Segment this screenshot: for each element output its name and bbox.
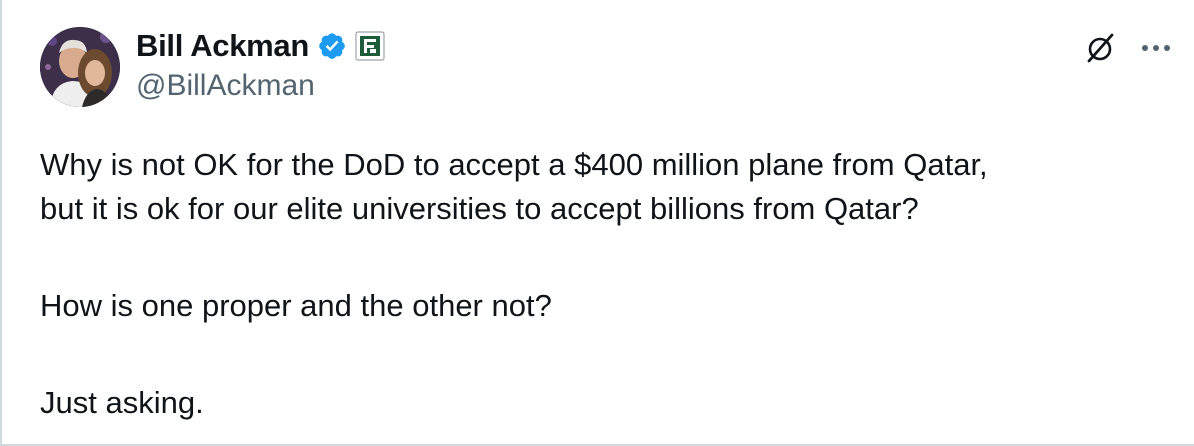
tweet-text: Why is not OK for the DoD to accept a $4… (40, 143, 1160, 425)
verified-badge-icon[interactable] (317, 31, 347, 61)
more-options-button[interactable] (1138, 36, 1174, 60)
grok-icon (1087, 33, 1114, 63)
more-dots-icon (1142, 45, 1170, 51)
tweet-line: How is one proper and the other not? (40, 288, 552, 323)
author-handle[interactable]: @BillAckman (136, 68, 315, 104)
tweet-line: but it is ok for our elite universities … (40, 191, 919, 226)
tweet-card: Bill Ackman @BillAckman Why is not OK fo… (0, 0, 1194, 446)
tweet-line: Why is not OK for the DoD to accept a $4… (40, 147, 988, 182)
grok-button[interactable] (1082, 30, 1118, 66)
display-name[interactable]: Bill Ackman (136, 28, 309, 64)
author-name-row: Bill Ackman (136, 26, 385, 66)
avatar-photo (40, 27, 120, 107)
affiliation-badge-icon[interactable] (355, 31, 385, 61)
avatar[interactable] (40, 27, 120, 107)
tweet-line: Just asking. (40, 385, 204, 420)
